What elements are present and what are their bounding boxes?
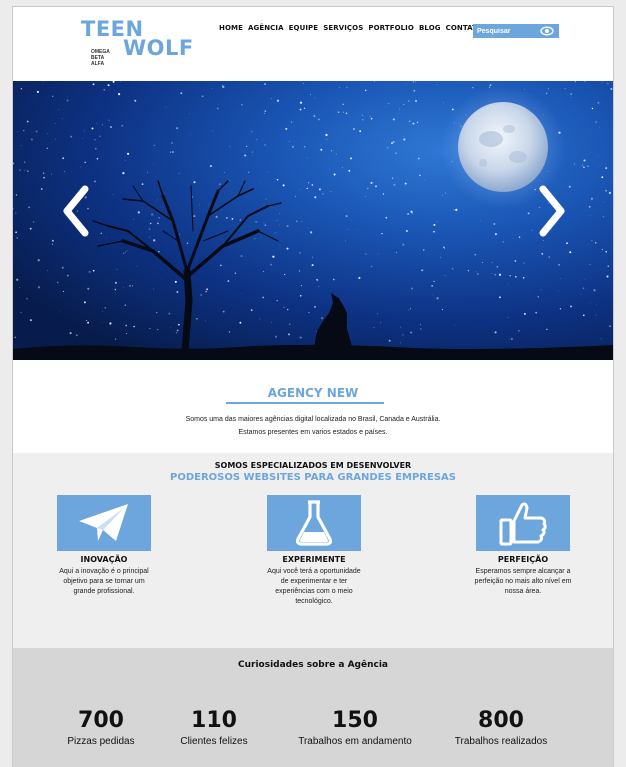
stat-label: Clientes felizes [180,736,248,747]
stat-item: 110 Clientes felizes [144,708,284,748]
logo-line-2: WOLF [123,36,194,60]
eye-icon[interactable] [539,24,555,38]
search-input[interactable] [473,24,539,38]
stat-label: Trabalhos realizados [454,736,548,747]
stat-value: 110 [191,708,237,733]
feature-title: PERFEIÇÃO [497,555,549,564]
nav-servicos[interactable]: SERVIÇOS [323,24,363,32]
stat-value: 150 [332,708,378,733]
specialized-title: SOMOS ESPECIALIZADOS EM DESENVOLVER [214,461,412,470]
slider-prev-button[interactable] [57,181,97,241]
paper-plane-icon [79,504,128,541]
chevron-left-icon [63,185,89,237]
site-header: TEEN WOLF OMEGA BETA ALFA HOME AGÊNCIA E… [13,7,613,81]
feature-card-inovacao: INOVAÇÃO Aqui a inovação é o principal o… [44,495,164,597]
hero-slider [13,81,613,360]
feature-text: Esperamos sempre alcançar a perfeição no… [474,568,572,595]
feature-icon-box [57,495,151,551]
feature-text: Aqui a inovação é o principal objetivo p… [59,568,149,595]
nav-agencia[interactable]: AGÊNCIA [248,24,284,32]
feature-card-experimente: EXPERIMENTE Aqui você terá a oportunidad… [254,495,374,607]
feature-icon-box [267,495,361,551]
slider-next-button[interactable] [531,181,571,241]
feature-text: Aqui você terá a oportunidade de experim… [267,568,361,605]
nav-blog[interactable]: BLOG [419,24,441,32]
agency-text-2: Estamos presentes em varios estados e pa… [238,429,388,436]
site-logo[interactable]: TEEN WOLF OMEGA BETA ALFA [81,19,201,69]
stat-label: Trabalhos em andamento [298,736,412,747]
logo-tagline-3: ALFA [91,61,105,67]
agency-title: AGENCY NEW [267,386,359,400]
feature-title: INOVAÇÃO [80,555,128,564]
specialized-section: SOMOS ESPECIALIZADOS EM DESENVOLVER PODE… [13,453,613,648]
tree [92,180,282,355]
search-box [473,24,559,38]
hero-scene [13,85,613,360]
title-underline [226,402,384,404]
stat-value: 800 [478,708,524,733]
stats-section: Curiosidades sobre a Agência 700 Pizzas … [13,648,613,767]
agency-text-1: Somos uma das maiores agências digital l… [185,416,441,423]
flask-icon [295,500,333,546]
chevron-right-icon [539,185,565,237]
ground [13,344,613,360]
feature-title: EXPERIMENTE [282,555,346,564]
nav-home[interactable]: HOME [219,24,243,32]
wolf-silhouette [313,293,353,353]
page-frame: TEEN WOLF OMEGA BETA ALFA HOME AGÊNCIA E… [12,6,614,767]
main-nav: HOME AGÊNCIA EQUIPE SERVIÇOS PORTFOLIO B… [219,24,483,32]
agency-section: AGENCY NEW Somos uma das maiores agência… [13,360,613,453]
stats-title: Curiosidades sobre a Agência [238,660,388,670]
thumbs-up-icon [499,502,547,546]
stat-item: 150 Trabalhos em andamento [285,708,425,748]
specialized-subtitle: PODEROSOS WEBSITES PARA GRANDES EMPRESAS [170,472,456,483]
nav-portfolio[interactable]: PORTFOLIO [368,24,414,32]
feature-icon-box [476,495,570,551]
stat-item: 800 Trabalhos realizados [431,708,571,748]
feature-card-perfeicao: PERFEIÇÃO Esperamos sempre alcançar a pe… [463,495,583,597]
nav-equipe[interactable]: EQUIPE [289,24,319,32]
